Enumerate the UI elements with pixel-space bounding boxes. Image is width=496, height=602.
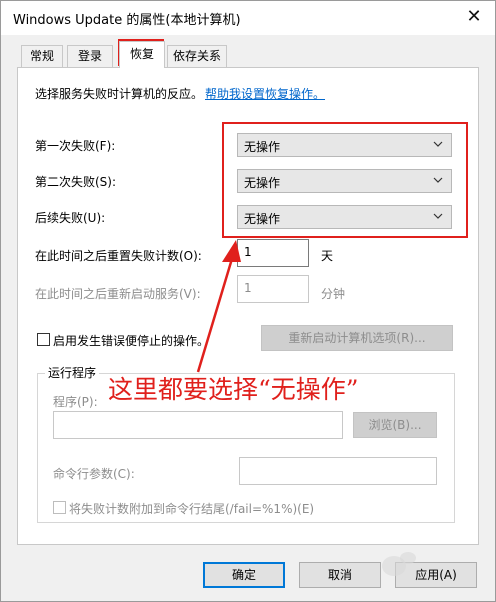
cmd-args-input[interactable] bbox=[239, 457, 437, 485]
close-icon[interactable]: ✕ bbox=[461, 5, 487, 31]
second-failure-label: 第二次失败(S): bbox=[35, 175, 117, 189]
browse-button[interactable]: 浏览(B)... bbox=[353, 412, 437, 438]
enable-actions-label: 启用发生错误便停止的操作。 bbox=[53, 334, 210, 348]
cmd-args-label: 命令行参数(C): bbox=[53, 467, 135, 481]
reset-count-unit: 天 bbox=[321, 249, 334, 263]
help-link[interactable]: 帮助我设置恢复操作。 bbox=[205, 85, 325, 102]
tab-logon[interactable]: 登录 bbox=[67, 45, 113, 67]
reset-count-label: 在此时间之后重置失败计数(O): bbox=[35, 249, 202, 263]
restart-service-label: 在此时间之后重新启动服务(V): bbox=[35, 287, 201, 301]
title-bar: Windows Update 的属性(本地计算机) ✕ bbox=[1, 1, 495, 35]
append-fail-count-label: 将失败计数附加到命令行结尾(/fail=%1%)(E) bbox=[69, 502, 315, 516]
tab-recovery-label: 恢复 bbox=[129, 47, 154, 61]
restart-service-unit: 分钟 bbox=[321, 287, 346, 301]
tab-general-label: 常规 bbox=[29, 49, 54, 63]
reset-count-value: 1 bbox=[244, 245, 252, 259]
window-title: Windows Update 的属性(本地计算机) bbox=[13, 13, 241, 28]
tab-recovery[interactable]: 恢复 bbox=[119, 41, 165, 68]
restart-computer-options-button[interactable]: 重新启动计算机选项(R)... bbox=[261, 325, 453, 351]
append-fail-count-checkbox[interactable] bbox=[53, 501, 66, 514]
tab-logon-label: 登录 bbox=[77, 49, 102, 63]
tab-general[interactable]: 常规 bbox=[21, 45, 63, 67]
annotation-text: 这里都要选择“无操作” bbox=[108, 375, 359, 404]
restart-service-input[interactable]: 1 bbox=[237, 275, 309, 303]
restart-service-value: 1 bbox=[244, 281, 252, 295]
program-input[interactable] bbox=[53, 411, 343, 439]
reset-count-input[interactable]: 1 bbox=[237, 239, 309, 267]
cancel-button[interactable]: 取消 bbox=[299, 562, 381, 588]
enable-actions-checkbox[interactable] bbox=[37, 333, 50, 346]
intro-text: 选择服务失败时计算机的反应。 bbox=[35, 87, 204, 101]
tab-dependencies-label: 依存关系 bbox=[172, 49, 221, 63]
subsequent-failure-label: 后续失败(U): bbox=[35, 211, 106, 225]
watermark-logo-icon bbox=[376, 548, 494, 600]
first-failure-label: 第一次失败(F): bbox=[35, 139, 116, 153]
tab-dependencies[interactable]: 依存关系 bbox=[167, 45, 227, 67]
run-program-group-title: 运行程序 bbox=[45, 364, 100, 381]
service-properties-dialog: Windows Update 的属性(本地计算机) ✕ 常规 登录 恢复 依存关… bbox=[0, 0, 496, 602]
ok-button[interactable]: 确定 bbox=[203, 562, 285, 588]
dropdown-highlight-box bbox=[222, 122, 468, 238]
program-label: 程序(P): bbox=[53, 395, 98, 409]
